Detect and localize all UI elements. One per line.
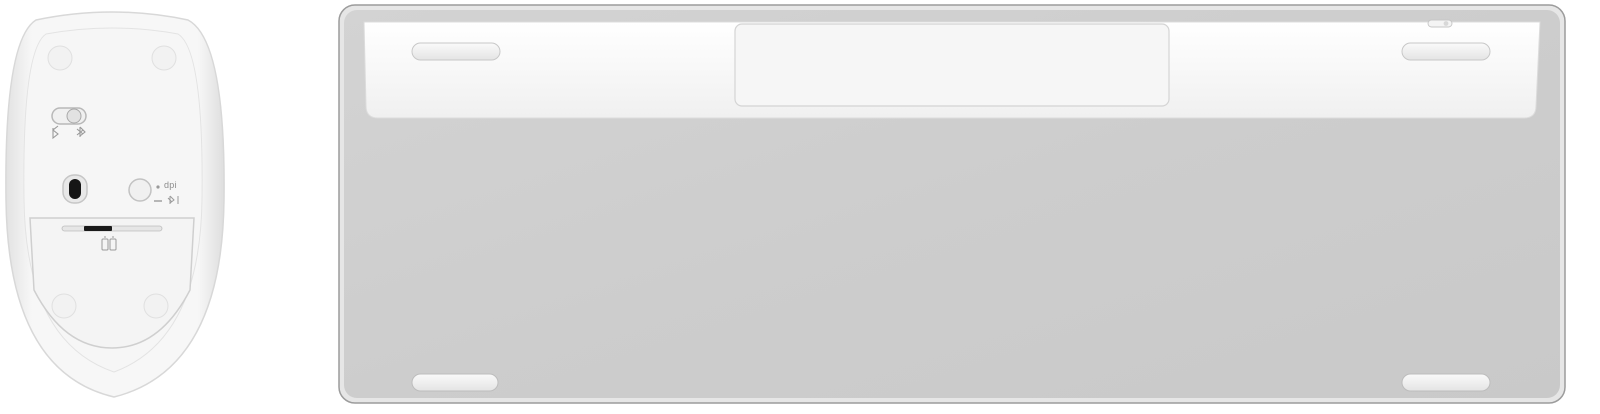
mouse-foot-bottom-right (143, 293, 169, 319)
product-scene: dpi (0, 0, 1600, 414)
dpi-label: dpi (164, 180, 177, 190)
dpi-button[interactable] (128, 178, 152, 202)
dpi-indicator-dot (156, 185, 160, 189)
optical-sensor (62, 174, 88, 204)
keyboard-foot-top-right (1401, 42, 1491, 61)
cover-latch[interactable] (61, 225, 163, 232)
keyboard-battery-compartment[interactable] (734, 23, 1170, 107)
mode-switch[interactable] (51, 107, 87, 125)
mouse-foot-top-right (151, 45, 177, 71)
mouse-foot-top-left (47, 45, 73, 71)
keyboard (338, 4, 1566, 404)
mouse-foot-bottom-left (51, 293, 77, 319)
product-illustration (5, 4, 1566, 404)
keyboard-power-switch[interactable] (1427, 19, 1453, 28)
keyboard-foot-bottom-right (1401, 373, 1491, 392)
mouse (5, 11, 225, 398)
keyboard-foot-bottom-left (411, 373, 499, 392)
keyboard-foot-top-left (411, 42, 501, 61)
